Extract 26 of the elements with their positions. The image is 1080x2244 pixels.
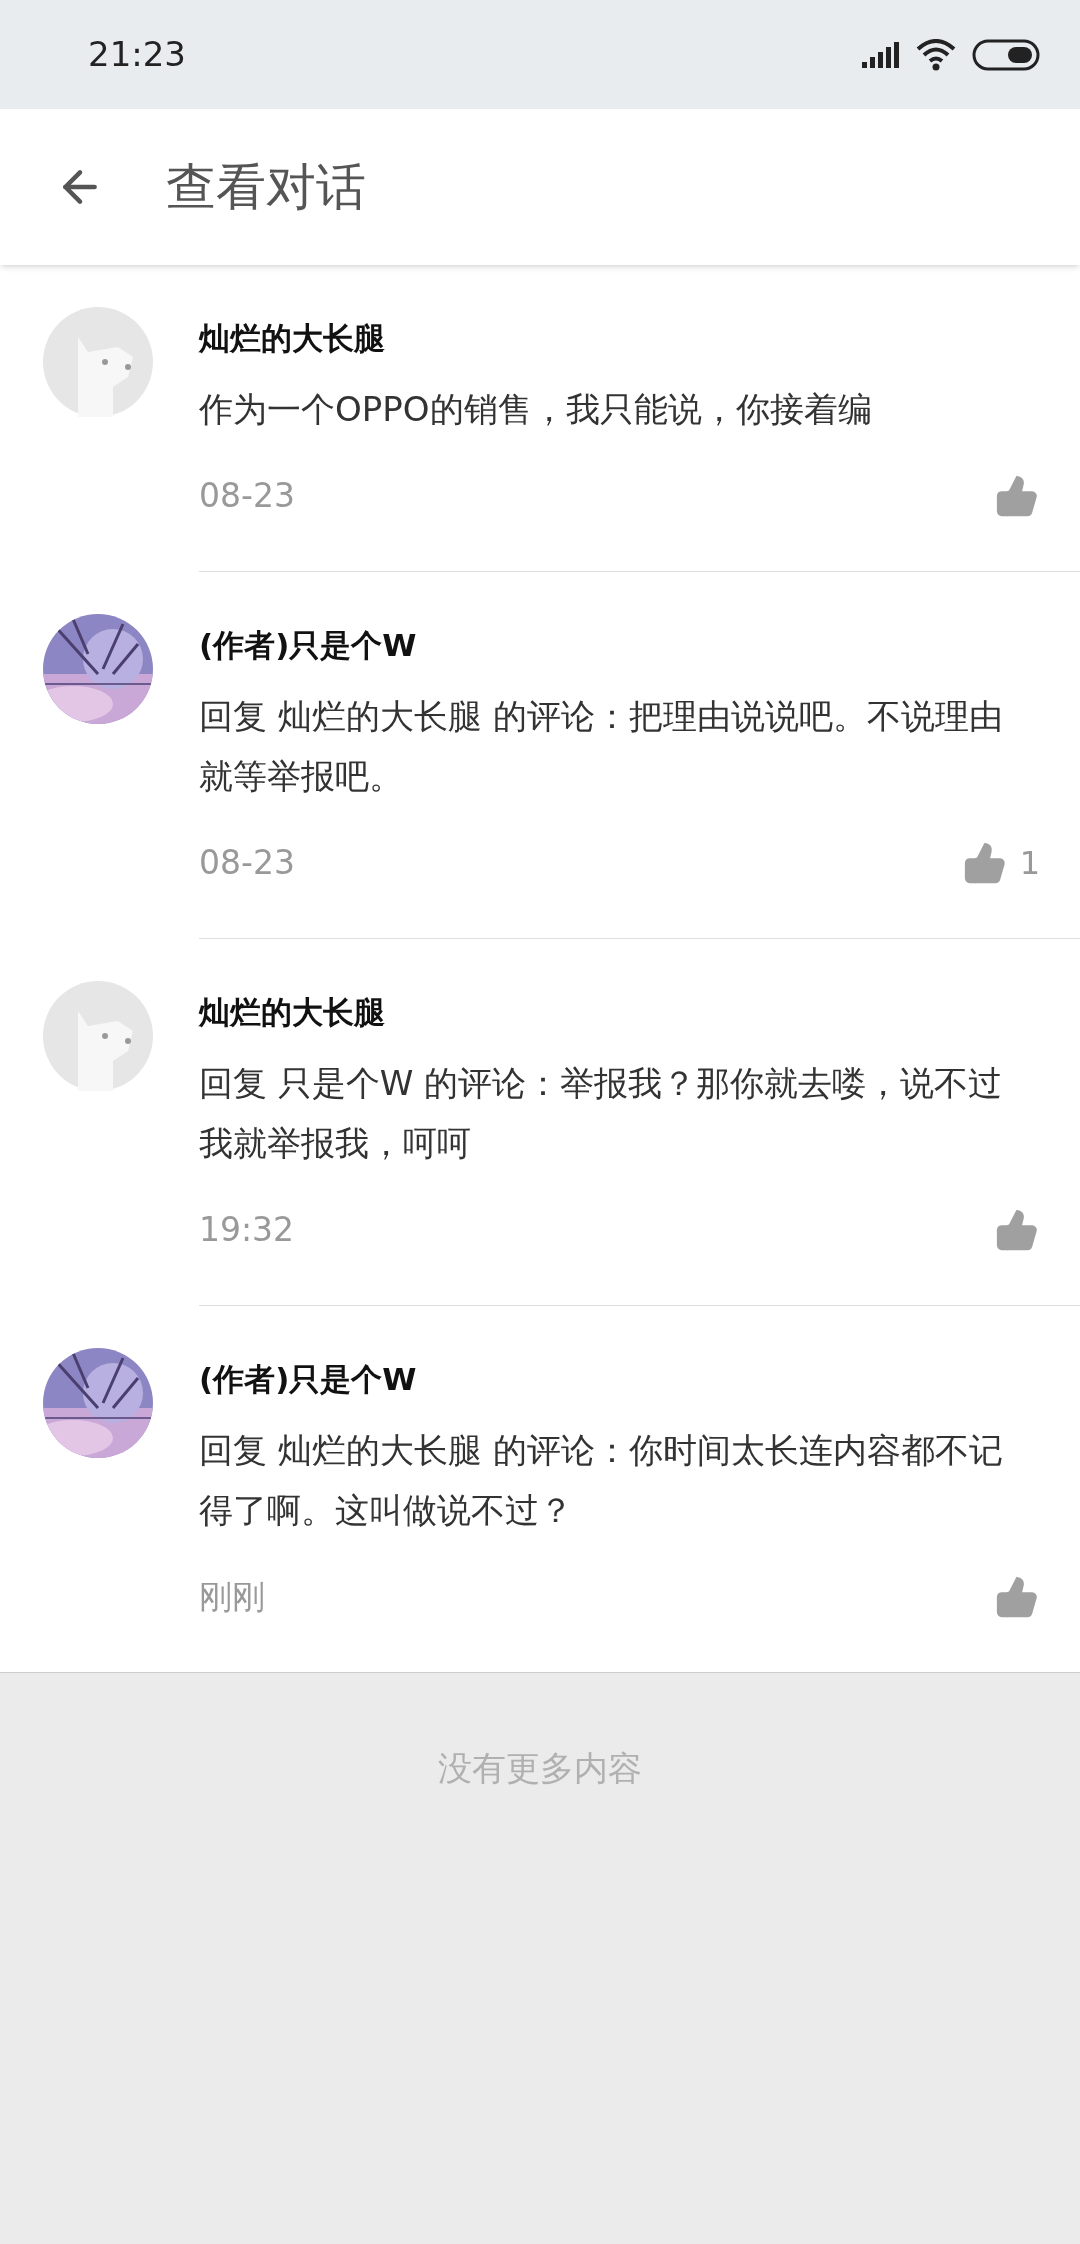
comment-text: 作为一个OPPO的销售，我只能说，你接着编	[199, 388, 873, 431]
comment-text: 回复 灿烂的大长腿 的评论：你时间太长连内容都不记得了啊。这叫做说不过？	[199, 1429, 1004, 1532]
comment-author[interactable]: (作者)只是个W	[199, 620, 1040, 670]
default-avatar-icon	[43, 981, 153, 1091]
thumbs-up-icon	[994, 473, 1040, 519]
no-more-content: 没有更多内容	[437, 1747, 643, 1790]
page-title: 查看对话	[166, 156, 366, 218]
comment-time: 08-23	[199, 475, 295, 518]
like-button[interactable]	[994, 1574, 1040, 1620]
default-avatar-icon	[43, 307, 153, 417]
comment-time: 19:32	[199, 1209, 295, 1252]
thumbs-up-icon	[994, 1574, 1040, 1620]
battery-icon	[972, 38, 1040, 71]
comment-author[interactable]: 灿烂的大长腿	[199, 987, 1040, 1037]
like-button[interactable]	[994, 1207, 1040, 1253]
comment-text: 回复 灿烂的大长腿 的评论：把理由说说吧。不说理由就等举报吧。	[199, 695, 1004, 798]
comment-time: 刚刚	[199, 1576, 265, 1619]
comment-text: 回复 只是个W 的评论：举报我？那你就去喽，说不过我就举报我，呵呵	[199, 1062, 1004, 1165]
clock: 21:23	[88, 33, 186, 76]
like-button[interactable]	[994, 473, 1040, 519]
comment-time: 08-23	[199, 842, 295, 885]
signal-icon	[862, 41, 900, 68]
comment-author[interactable]: (作者)只是个W	[199, 1354, 1040, 1404]
thumbs-up-icon	[994, 1207, 1040, 1253]
wifi-icon	[916, 38, 956, 71]
comment-author[interactable]: 灿烂的大长腿	[199, 313, 1040, 363]
